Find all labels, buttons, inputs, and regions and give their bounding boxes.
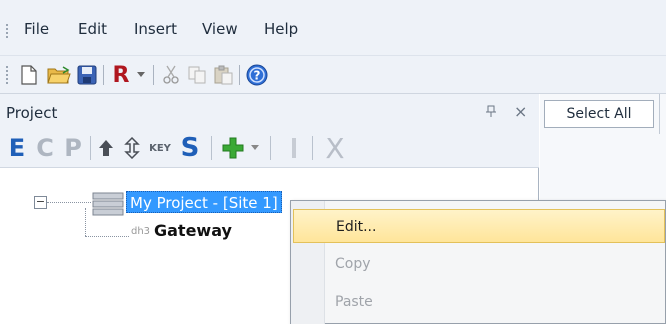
tree-connector xyxy=(47,202,91,203)
select-all-button[interactable]: Select All xyxy=(544,100,654,128)
move-up-icon[interactable] xyxy=(94,132,118,164)
toolbar-grip[interactable] xyxy=(6,66,8,84)
tree-connector xyxy=(85,236,129,237)
grid-divider xyxy=(659,94,660,134)
collapse-toggle[interactable]: − xyxy=(34,196,47,209)
menu-edit[interactable]: Edit xyxy=(78,20,107,38)
context-menu-edit[interactable]: Edit... xyxy=(293,209,665,243)
context-menu: Edit... Copy Paste xyxy=(290,200,666,324)
s-button[interactable]: S xyxy=(178,132,202,164)
project-panel-title: Project xyxy=(6,104,58,122)
close-icon[interactable]: × xyxy=(514,102,527,121)
context-menu-copy[interactable]: Copy xyxy=(293,247,665,281)
menu-grip[interactable] xyxy=(6,24,8,38)
save-icon[interactable] xyxy=(76,64,98,86)
c-button[interactable]: C xyxy=(34,132,56,164)
menu-insert[interactable]: Insert xyxy=(134,20,177,38)
help-icon[interactable]: ? xyxy=(246,64,268,86)
move-updown-icon[interactable] xyxy=(120,132,144,164)
report-label: R xyxy=(112,62,130,88)
copy-icon[interactable] xyxy=(186,64,208,86)
add-dropdown-icon[interactable] xyxy=(248,132,262,164)
server-icon xyxy=(92,192,124,216)
menu-view[interactable]: View xyxy=(202,20,238,38)
delete-button[interactable]: X xyxy=(320,132,350,165)
toolbar-separator xyxy=(103,65,104,85)
project-toolbar-separator xyxy=(90,136,91,160)
report-dropdown-icon[interactable] xyxy=(134,64,148,86)
toolbar-separator xyxy=(239,65,240,85)
tree-node-project[interactable]: My Project - [Site 1] xyxy=(126,191,282,213)
svg-text:?: ? xyxy=(254,69,261,83)
paste-icon[interactable] xyxy=(212,64,234,86)
tree-node-gateway[interactable]: Gateway xyxy=(154,221,232,240)
toolbar-separator xyxy=(153,65,154,85)
p-button[interactable]: P xyxy=(62,132,84,164)
tree-connector xyxy=(85,208,86,236)
project-toolbar-separator xyxy=(312,136,313,160)
cut-icon[interactable] xyxy=(160,64,182,86)
report-icon[interactable]: R xyxy=(110,62,132,88)
pin-icon[interactable] xyxy=(486,105,496,120)
open-icon[interactable] xyxy=(46,64,72,86)
menu-file[interactable]: File xyxy=(24,20,49,38)
rename-icon[interactable] xyxy=(286,132,302,164)
gateway-prefix: dh3 xyxy=(131,226,151,237)
menu-bar: File Edit Insert View Help xyxy=(0,0,666,56)
project-toolbar-separator xyxy=(270,136,271,160)
project-panel-header: Project × xyxy=(0,94,539,128)
add-icon[interactable] xyxy=(220,132,246,164)
menu-help[interactable]: Help xyxy=(264,20,298,38)
project-toolbar-separator xyxy=(211,136,212,160)
new-icon[interactable] xyxy=(18,64,40,86)
e-button[interactable]: E xyxy=(6,132,28,164)
context-menu-paste[interactable]: Paste xyxy=(293,285,665,319)
project-toolbar: E C P KEY S X xyxy=(0,128,539,168)
key-button[interactable]: KEY xyxy=(146,132,174,164)
main-toolbar: R ? xyxy=(0,56,666,94)
